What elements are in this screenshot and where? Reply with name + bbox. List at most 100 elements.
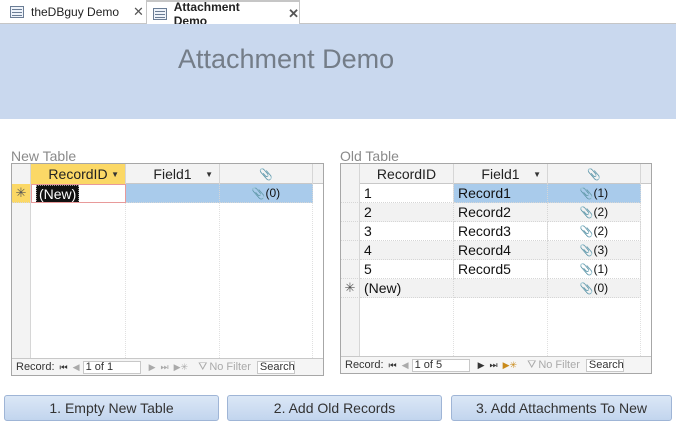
column-divider	[125, 184, 126, 358]
record-position-field[interactable]: 1 of 1	[82, 360, 141, 374]
table-row[interactable]: ✳ (New) 📎 (0)	[12, 184, 323, 203]
select-all-button[interactable]	[12, 164, 31, 184]
field1-cell[interactable]: Record5	[454, 260, 548, 279]
attachment-cell[interactable]: 📎 (1)	[548, 184, 641, 203]
record-selector[interactable]	[341, 260, 360, 279]
record-selector[interactable]	[341, 184, 360, 203]
attachment-cell[interactable]: 📎 (0)	[220, 184, 313, 203]
column-header-row: RecordID Field1 ▼ 📎	[341, 164, 651, 184]
empty-new-table-button[interactable]: 1. Empty New Table	[4, 395, 219, 421]
recordid-cell[interactable]: 4	[360, 241, 454, 260]
attachment-count: (2)	[593, 205, 609, 219]
search-input[interactable]: Search	[585, 358, 624, 372]
page-title: Attachment Demo	[178, 44, 395, 74]
column-header-field1[interactable]: Field1 ▼	[454, 164, 548, 184]
field1-cell[interactable]: Record1	[454, 184, 548, 203]
column-divider	[312, 184, 313, 358]
field1-cell[interactable]	[126, 184, 220, 203]
paperclip-icon: 📎	[579, 206, 594, 219]
table-row[interactable]: 4 Record4 📎 (3)	[341, 241, 651, 260]
filter-icon: ⛛	[198, 360, 208, 373]
paperclip-icon: 📎	[587, 168, 601, 181]
record-position-field[interactable]: 1 of 5	[411, 358, 470, 372]
tab-label: theDBguy Demo	[31, 5, 120, 19]
record-selector[interactable]	[341, 222, 360, 241]
add-old-records-button[interactable]: 2. Add Old Records	[227, 395, 442, 421]
attachment-cell[interactable]: 📎 (2)	[548, 222, 641, 241]
new-record-icon[interactable]: ✳	[12, 184, 31, 203]
field1-cell[interactable]: Record3	[454, 222, 548, 241]
attachment-cell[interactable]: 📎 (2)	[548, 203, 641, 222]
paperclip-icon: 📎	[579, 282, 594, 295]
field1-cell[interactable]: Record4	[454, 241, 548, 260]
attachment-count: (3)	[593, 243, 609, 257]
filter-label: No Filter	[209, 361, 251, 373]
attachment-count: (1)	[593, 186, 609, 200]
next-record-icon[interactable]: ▶	[149, 362, 156, 373]
table-row[interactable]: 3 Record3 📎 (2)	[341, 222, 651, 241]
attachment-cell[interactable]: 📎 (1)	[548, 260, 641, 279]
add-attachments-button[interactable]: 3. Add Attachments To New	[451, 395, 672, 421]
recordid-cell[interactable]: (New)	[360, 279, 454, 298]
column-header-label: Field1	[481, 166, 520, 182]
table-row[interactable]: 2 Record2 📎 (2)	[341, 203, 651, 222]
column-header-field1[interactable]: Field1 ▼	[126, 164, 220, 184]
last-record-icon[interactable]: ⏭	[160, 362, 168, 373]
column-header-recordid[interactable]: RecordID ▼	[31, 164, 126, 184]
filter-indicator[interactable]: ⛛ No Filter	[198, 361, 251, 374]
tab-thedbguy-demo[interactable]: theDBguy Demo ✕	[6, 0, 146, 24]
last-record-icon[interactable]: ⏭	[489, 360, 497, 371]
filter-indicator[interactable]: ⛛ No Filter	[527, 359, 580, 372]
recordid-cell[interactable]: 3	[360, 222, 454, 241]
record-navigation-bar: Record: ⏮ ◀ 1 of 5 ▶ ⏭ ▶✳ ⛛ No Filter Se…	[341, 356, 651, 373]
column-header-label: RecordID	[48, 166, 108, 182]
recordid-cell[interactable]: 2	[360, 203, 454, 222]
first-record-icon[interactable]: ⏮	[60, 362, 68, 373]
attachment-count: (1)	[593, 262, 609, 276]
first-record-icon[interactable]: ⏮	[389, 360, 397, 371]
column-header-row: RecordID ▼ Field1 ▼ 📎	[12, 164, 323, 184]
filter-label: No Filter	[538, 359, 580, 371]
filter-icon: ⛛	[527, 358, 537, 371]
dropdown-arrow-icon[interactable]: ▼	[533, 170, 541, 179]
next-record-icon[interactable]: ▶	[478, 360, 485, 371]
search-input[interactable]: Search	[256, 360, 295, 374]
table-row[interactable]: 5 Record5 📎 (1)	[341, 260, 651, 279]
column-header-attachments[interactable]: 📎	[220, 164, 313, 184]
paperclip-icon: 📎	[259, 168, 273, 181]
column-header-label: RecordID	[376, 166, 437, 182]
tab-attachment-demo[interactable]: Attachment Demo ✕	[146, 0, 300, 28]
table-row[interactable]: 1 Record1 📎 (1)	[341, 184, 651, 203]
close-icon[interactable]: ✕	[133, 4, 144, 20]
dropdown-arrow-icon[interactable]: ▼	[111, 170, 119, 179]
dropdown-arrow-icon[interactable]: ▼	[205, 170, 213, 179]
form-icon	[153, 7, 167, 20]
form-icon	[10, 6, 24, 18]
previous-record-icon[interactable]: ◀	[73, 362, 80, 373]
record-label: Record:	[345, 359, 384, 371]
recordid-cell[interactable]: 1	[360, 184, 454, 203]
close-icon[interactable]: ✕	[288, 6, 299, 22]
attachment-cell[interactable]: 📎 (3)	[548, 241, 641, 260]
field1-cell[interactable]: Record2	[454, 203, 548, 222]
paperclip-icon: 📎	[579, 187, 594, 200]
paperclip-icon: 📎	[251, 187, 266, 200]
record-selector[interactable]	[341, 203, 360, 222]
new-record-nav-icon[interactable]: ▶✳	[174, 362, 188, 373]
select-all-button[interactable]	[341, 164, 360, 184]
column-header-label: Field1	[153, 166, 192, 182]
column-divider	[219, 184, 220, 358]
recordid-cell[interactable]: (New)	[31, 184, 126, 203]
column-header-recordid[interactable]: RecordID	[360, 164, 454, 184]
table-row[interactable]: ✳ (New) 📎 (0)	[341, 279, 651, 298]
paperclip-icon: 📎	[579, 263, 594, 276]
recordid-cell[interactable]: 5	[360, 260, 454, 279]
new-record-nav-icon[interactable]: ▶✳	[503, 360, 517, 371]
paperclip-icon: 📎	[579, 244, 594, 257]
column-header-attachments[interactable]: 📎	[548, 164, 641, 184]
record-selector[interactable]	[341, 241, 360, 260]
previous-record-icon[interactable]: ◀	[402, 360, 409, 371]
field1-cell[interactable]	[454, 279, 548, 298]
new-record-icon[interactable]: ✳	[341, 279, 360, 298]
attachment-cell[interactable]: 📎 (0)	[548, 279, 641, 298]
